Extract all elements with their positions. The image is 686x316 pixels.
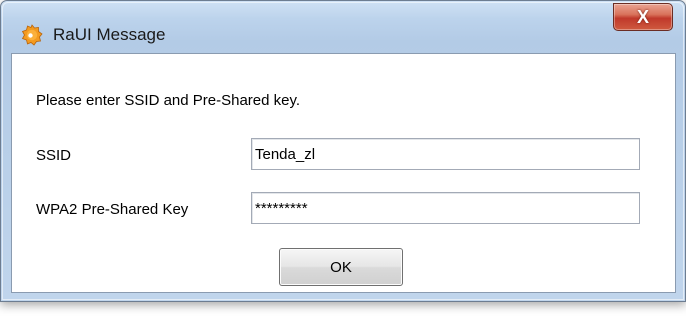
window-title: RaUI Message <box>53 25 166 44</box>
psk-input[interactable] <box>251 192 640 224</box>
dialog-window: RaUI Message X Please enter SSID and Pre… <box>0 0 686 302</box>
psk-label: WPA2 Pre-Shared Key <box>36 201 189 218</box>
title-bar[interactable]: RaUI Message X <box>1 1 685 46</box>
dialog-content: Please enter SSID and Pre-Shared key. SS… <box>11 53 676 293</box>
ssid-input[interactable] <box>251 138 640 170</box>
raui-app-icon <box>21 24 43 46</box>
ok-button[interactable]: OK <box>279 248 403 286</box>
prompt-text: Please enter SSID and Pre-Shared key. <box>36 92 301 109</box>
ssid-label: SSID <box>36 147 72 164</box>
close-icon: X <box>636 6 649 27</box>
close-button[interactable]: X <box>613 3 673 31</box>
